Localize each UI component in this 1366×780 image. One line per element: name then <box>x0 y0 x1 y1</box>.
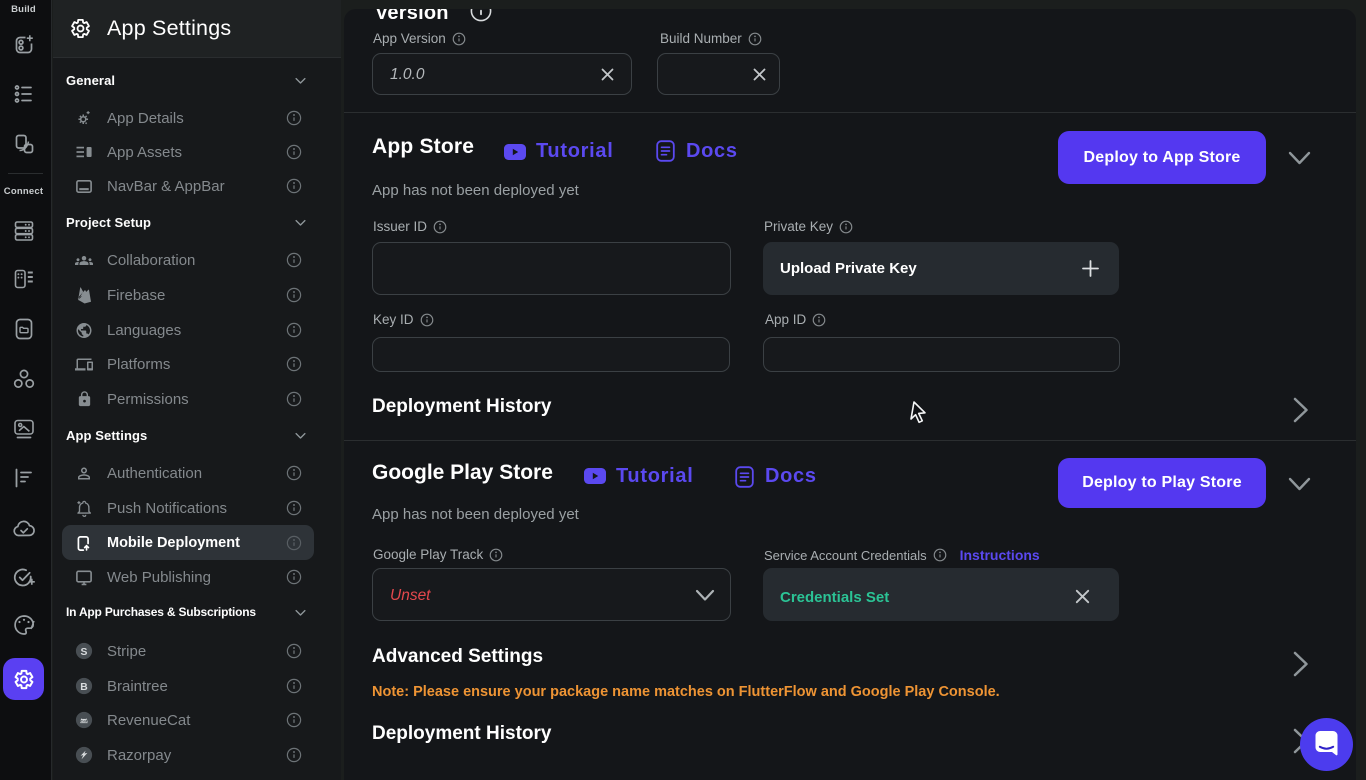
svg-text:S: S <box>81 647 88 658</box>
svg-text:cat: cat <box>80 718 87 724</box>
svg-text:B: B <box>80 682 87 693</box>
